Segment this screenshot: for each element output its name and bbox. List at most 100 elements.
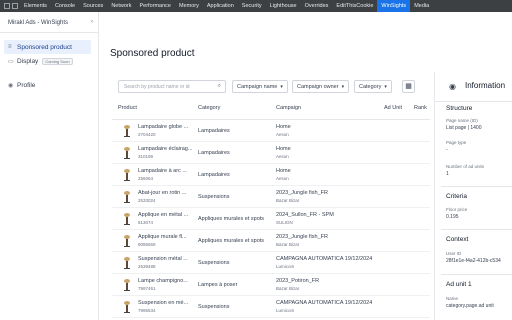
sidebar-divider <box>0 32 99 33</box>
campaign-owner: Aeson <box>276 176 289 181</box>
device-toolbar-icon[interactable] <box>12 3 18 9</box>
campaign-owner: SULION <box>276 220 293 225</box>
page-title: Sponsored product <box>110 48 195 59</box>
section-divider <box>441 186 512 187</box>
campaign-owner: Lumicom <box>276 308 295 313</box>
devtools-tab-elements[interactable]: Elements <box>20 0 51 12</box>
devtools-tab-memory[interactable]: Memory <box>175 0 203 12</box>
devtools-tab-media[interactable]: Media <box>410 0 433 12</box>
campaign-owner: Bazar Bizar <box>276 198 300 203</box>
product-category: Suspensions <box>198 260 230 266</box>
search-placeholder: Search by product name or id <box>124 84 190 90</box>
product-name: Lampadaire éclairag... <box>138 146 193 152</box>
column-settings-button[interactable]: ▦ <box>402 80 415 93</box>
campaign-name: Home <box>276 168 291 174</box>
devtools-tab-console[interactable]: Console <box>51 0 79 12</box>
collapse-sidebar-icon[interactable]: ‹ <box>91 19 93 25</box>
campaign-name: Home <box>276 146 291 152</box>
info-title: Information <box>465 81 506 90</box>
campaign-owner: Bazar Bizar <box>276 242 300 247</box>
campaign-name: 2023_Jungle fish_FR <box>276 190 328 196</box>
section-divider <box>441 229 512 230</box>
product-name: Lampe champigno... <box>138 278 188 284</box>
product-id: 2539488 <box>138 264 156 269</box>
product-name: Applique murale fl... <box>138 234 187 240</box>
product-thumbnail-wall-light <box>120 212 134 226</box>
product-id: 310199 <box>138 154 154 159</box>
campaign-name-filter[interactable]: Campaign name ▾ <box>232 80 288 93</box>
column-header-product: Product <box>118 105 137 111</box>
information-panel: ◉ Information Structure Page name (ID) L… <box>434 72 512 320</box>
campaign-name: 2023_Jungle fish_FR <box>276 234 328 240</box>
column-header-rank: Rank <box>414 105 427 111</box>
floor-price-value: 0.195 <box>446 214 459 220</box>
floor-price-label: Floor price <box>446 207 468 212</box>
product-id: 256064 <box>138 176 154 181</box>
campaign-owner: Aeson <box>276 132 289 137</box>
devtools-tab-overrides[interactable]: Overrides <box>301 0 333 12</box>
product-id: 7995534 <box>138 308 156 313</box>
section-context: Context <box>446 236 469 243</box>
devtools-tab-security[interactable]: Security <box>238 0 266 12</box>
sidebar-item-profile[interactable]: ◉ Profile <box>4 78 91 92</box>
table-row[interactable]: Applique en métal ... 813074 Appliques mur… <box>112 208 430 230</box>
sidebar-item-sponsored-product[interactable]: ≡ Sponsored product <box>4 40 91 54</box>
section-ad-unit: Ad unit 1 <box>446 281 472 288</box>
product-thumbnail-pendant <box>120 300 134 314</box>
sidebar: Mirakl Ads - WinSights ‹ ≡ Sponsored pro… <box>0 12 99 320</box>
product-category: Lampadaires <box>198 128 230 134</box>
coming-soon-badge: Coming Soon <box>42 57 73 65</box>
product-name: Suspension en mé... <box>138 300 189 306</box>
devtools-tab-editthiscookie[interactable]: EditThisCookie <box>332 0 377 12</box>
product-category: Suspensions <box>198 194 230 200</box>
category-filter[interactable]: Category ▾ <box>354 80 392 93</box>
product-id: 813074 <box>138 220 154 225</box>
page-type-value: - <box>446 147 448 153</box>
user-id-label: User ID <box>446 251 462 256</box>
devtools-tab-network[interactable]: Network <box>107 0 135 12</box>
ad-units-label: Number of ad units <box>446 164 485 169</box>
campaign-name: 2023_Potiron_FR <box>276 278 320 284</box>
product-id: 2704420 <box>138 132 156 137</box>
filter-label: Campaign owner <box>297 84 339 90</box>
devtools-tab-application[interactable]: Application <box>203 0 238 12</box>
column-header-campaign: Campaign <box>276 105 302 111</box>
section-divider <box>441 274 512 275</box>
campaign-owner: Lumicom <box>276 264 295 269</box>
inspect-icon[interactable] <box>4 3 10 9</box>
product-thumbnail-wall-light <box>120 234 134 248</box>
profile-icon: ◉ <box>8 82 14 89</box>
devtools-tab-lighthouse[interactable]: Lighthouse <box>266 0 301 12</box>
product-thumbnail-pendant <box>120 256 134 270</box>
campaign-owner-filter[interactable]: Campaign owner ▾ <box>292 80 350 93</box>
product-thumbnail-lamp-arc <box>120 168 134 182</box>
product-category: Lampadaires <box>198 172 230 178</box>
filter-label: Category <box>359 84 382 90</box>
devtools-tab-performance[interactable]: Performance <box>135 0 175 12</box>
campaign-name: 2024_Sullon_FR - SPM <box>276 212 334 218</box>
campaign-owner: Bazar Bizar <box>276 286 300 291</box>
devtools-tab-sources[interactable]: Sources <box>79 0 107 12</box>
table-row[interactable]: Lampadaire éclairag... 310199 Lampadaires H… <box>112 142 430 164</box>
sidebar-item-display[interactable]: ▭ Display Coming Soon <box>4 54 91 68</box>
app-brand: Mirakl Ads - WinSights <box>8 20 69 26</box>
product-name: Lampadaire à arc ... <box>138 168 187 174</box>
table-row[interactable]: Applique murale fl... 9095559 Appliques mu… <box>112 230 430 252</box>
product-id: 7997461 <box>138 286 156 291</box>
section-criteria: Criteria <box>446 193 467 200</box>
product-id: 9095559 <box>138 242 156 247</box>
devtools-tab-winsights[interactable]: WinSights <box>377 0 411 12</box>
product-id: 2533024 <box>138 198 156 203</box>
chevron-down-icon: ▾ <box>384 84 387 90</box>
page-name-value: List page | 1400 <box>446 125 482 131</box>
page-name-label: Page name (ID) <box>446 118 478 123</box>
table-row[interactable]: Lampadaire à arc ... 256064 Lampadaires Hom… <box>112 164 430 186</box>
table-row[interactable]: Lampe champigno... 7997461 Lampes à poser 2… <box>112 274 430 296</box>
chevron-down-icon: ▾ <box>280 84 283 90</box>
search-input[interactable]: Search by product name or id ⌕ <box>118 80 226 93</box>
product-name: Applique en métal ... <box>138 212 189 218</box>
table-row[interactable]: Suspension métal ... 2539488 Suspensions CA… <box>112 252 430 274</box>
table-row[interactable]: Abat-jour en rotin ... 2533024 Suspensions… <box>112 186 430 208</box>
table-row[interactable]: Suspension en mé... 7995534 Suspensions CAM… <box>112 296 430 318</box>
table-row[interactable]: Lampadaire globe ... 2704420 Lampadaires Ho… <box>112 120 430 142</box>
